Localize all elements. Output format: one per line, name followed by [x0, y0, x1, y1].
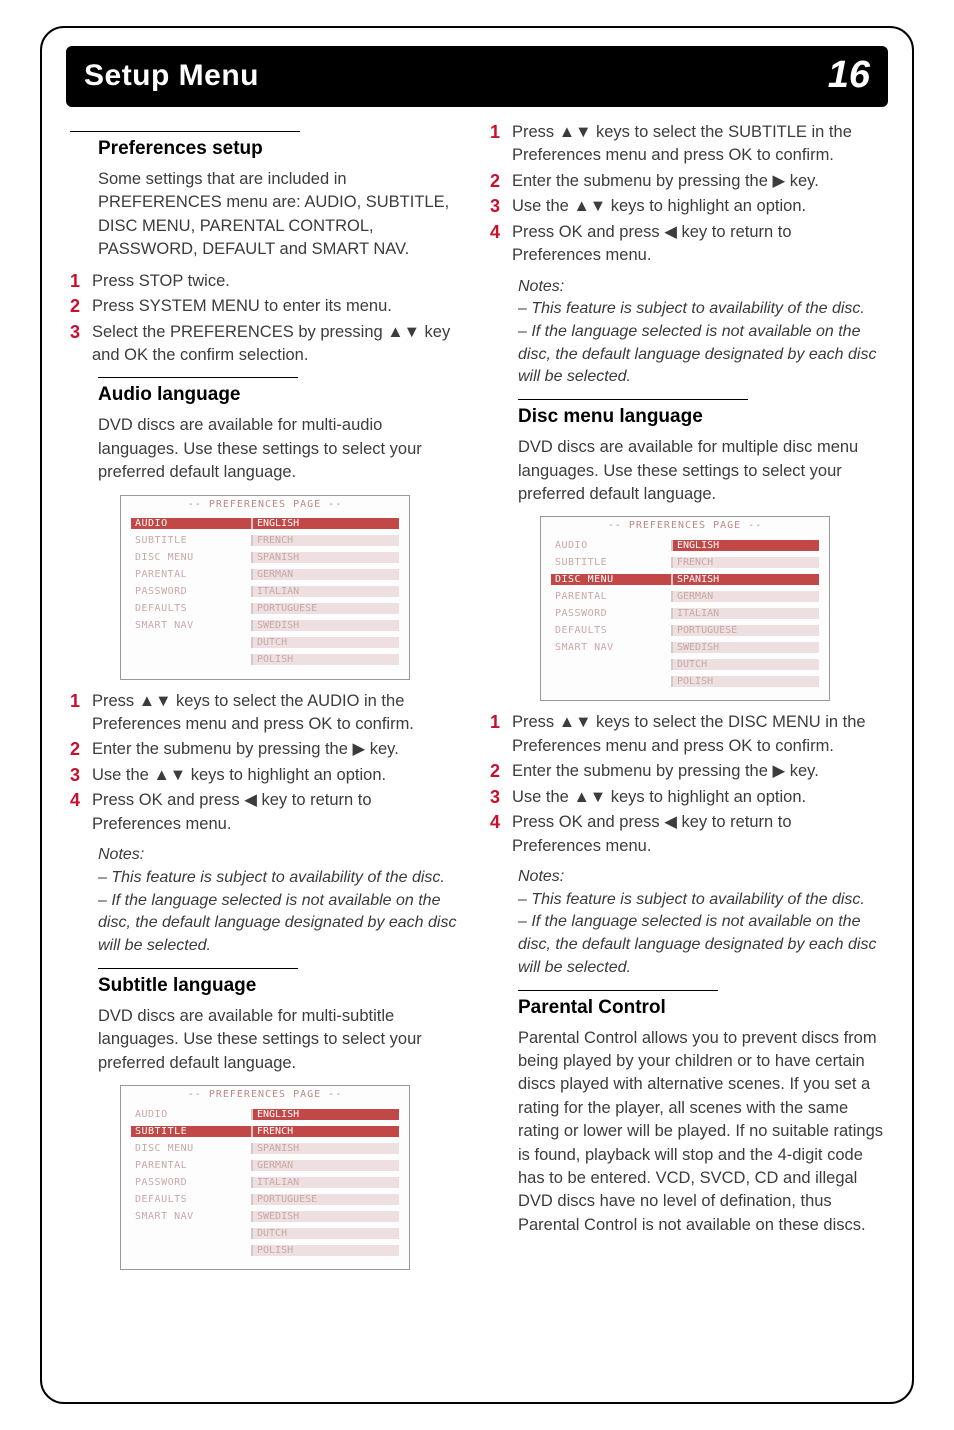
preferences-steps: 1Press STOP twice. 2Press SYSTEM MENU to… — [70, 270, 464, 368]
note-text: – This feature is subject to availabilit… — [98, 867, 464, 890]
osd-title: -- PREFERENCES PAGE -- — [541, 517, 829, 532]
step-number: 2 — [70, 295, 92, 318]
step-text: Press OK and press ◀ key to return to Pr… — [92, 789, 464, 836]
note-text: – This feature is subject to availabilit… — [518, 298, 884, 321]
notes-heading: Notes: — [518, 276, 884, 299]
header-bar: Setup Menu 16 — [66, 46, 888, 107]
audio-notes: Notes: – This feature is subject to avai… — [98, 844, 464, 958]
parental-heading: Parental Control — [518, 997, 884, 1019]
step-text: Press OK and press ◀ key to return to Pr… — [512, 221, 884, 268]
subtitle-heading: Subtitle language — [98, 975, 464, 997]
step-number: 3 — [70, 321, 92, 344]
osd-title: -- PREFERENCES PAGE -- — [121, 1086, 409, 1101]
osd-body: AUDIOENGLISH SUBTITLEFRENCH DISC MENUSPA… — [121, 1101, 409, 1269]
step-text: Enter the submenu by pressing the ▶ key. — [92, 738, 399, 761]
list-item: 4Press OK and press ◀ key to return to P… — [490, 811, 884, 858]
columns: Preferences setup Some settings that are… — [70, 121, 884, 1280]
note-text: – If the language selected is not availa… — [518, 321, 884, 389]
parental-body: Parental Control allows you to prevent d… — [518, 1027, 884, 1238]
list-item: 1Press ▲▼ keys to select the AUDIO in th… — [70, 690, 464, 737]
osd-screenshot-discmenu: -- PREFERENCES PAGE -- AUDIOENGLISH SUBT… — [540, 516, 830, 701]
step-text: Use the ▲▼ keys to highlight an option. — [92, 764, 386, 787]
subtitle-notes: Notes: – This feature is subject to avai… — [518, 276, 884, 390]
page-title: Setup Menu — [84, 59, 259, 93]
preferences-heading: Preferences setup — [98, 138, 464, 160]
step-number: 4 — [490, 221, 512, 244]
list-item: 2Enter the submenu by pressing the ▶ key… — [490, 760, 884, 783]
step-number: 1 — [490, 711, 512, 734]
step-number: 4 — [490, 811, 512, 834]
list-item: 3Use the ▲▼ keys to highlight an option. — [70, 764, 464, 787]
osd-screenshot-subtitle: -- PREFERENCES PAGE -- AUDIOENGLISH SUBT… — [120, 1085, 410, 1270]
note-text: – This feature is subject to availabilit… — [518, 889, 884, 912]
osd-screenshot-audio: -- PREFERENCES PAGE -- AUDIOENGLISH SUBT… — [120, 495, 410, 680]
step-text: Press ▲▼ keys to select the DISC MENU in… — [512, 711, 884, 758]
step-number: 1 — [70, 270, 92, 293]
list-item: 3Use the ▲▼ keys to highlight an option. — [490, 786, 884, 809]
discmenu-heading: Disc menu language — [518, 406, 884, 428]
step-text: Enter the submenu by pressing the ▶ key. — [512, 170, 819, 193]
osd-body: AUDIOENGLISH SUBTITLEFRENCH DISC MENUSPA… — [121, 511, 409, 679]
osd-title: -- PREFERENCES PAGE -- — [121, 496, 409, 511]
list-item: 2Enter the submenu by pressing the ▶ key… — [490, 170, 884, 193]
note-text: – If the language selected is not availa… — [98, 890, 464, 958]
list-item: 1Press ▲▼ keys to select the DISC MENU i… — [490, 711, 884, 758]
discmenu-notes: Notes: – This feature is subject to avai… — [518, 866, 884, 980]
step-text: Press ▲▼ keys to select the SUBTITLE in … — [512, 121, 884, 168]
list-item: 1Press ▲▼ keys to select the SUBTITLE in… — [490, 121, 884, 168]
step-text: Press SYSTEM MENU to enter its menu. — [92, 295, 392, 318]
discmenu-steps: 1Press ▲▼ keys to select the DISC MENU i… — [490, 711, 884, 858]
list-item: 2Press SYSTEM MENU to enter its menu. — [70, 295, 464, 318]
step-number: 2 — [490, 760, 512, 783]
subtitle-steps: 1Press ▲▼ keys to select the SUBTITLE in… — [490, 121, 884, 268]
step-number: 3 — [490, 786, 512, 809]
right-column: 1Press ▲▼ keys to select the SUBTITLE in… — [490, 121, 884, 1280]
rule — [70, 131, 300, 132]
step-text: Press ▲▼ keys to select the AUDIO in the… — [92, 690, 464, 737]
rule — [98, 968, 298, 969]
page-number: 16 — [828, 54, 870, 97]
step-number: 2 — [70, 738, 92, 761]
page-frame: Setup Menu 16 Preferences setup Some set… — [40, 26, 914, 1404]
audio-steps: 1Press ▲▼ keys to select the AUDIO in th… — [70, 690, 464, 837]
step-number: 4 — [70, 789, 92, 812]
step-text: Use the ▲▼ keys to highlight an option. — [512, 786, 806, 809]
list-item: 4Press OK and press ◀ key to return to P… — [70, 789, 464, 836]
subtitle-intro: DVD discs are available for multi-subtit… — [98, 1005, 464, 1075]
step-number: 2 — [490, 170, 512, 193]
step-text: Use the ▲▼ keys to highlight an option. — [512, 195, 806, 218]
step-text: Select the PREFERENCES by pressing ▲▼ ke… — [92, 321, 464, 368]
audio-intro: DVD discs are available for multi-audio … — [98, 414, 464, 484]
list-item: 2Enter the submenu by pressing the ▶ key… — [70, 738, 464, 761]
list-item: 3Select the PREFERENCES by pressing ▲▼ k… — [70, 321, 464, 368]
left-column: Preferences setup Some settings that are… — [70, 121, 464, 1280]
rule — [518, 399, 748, 400]
step-number: 1 — [490, 121, 512, 144]
preferences-intro: Some settings that are included in PREFE… — [98, 168, 464, 262]
rule — [518, 990, 718, 991]
list-item: 1Press STOP twice. — [70, 270, 464, 293]
list-item: 4Press OK and press ◀ key to return to P… — [490, 221, 884, 268]
notes-heading: Notes: — [98, 844, 464, 867]
list-item: 3Use the ▲▼ keys to highlight an option. — [490, 195, 884, 218]
step-number: 3 — [70, 764, 92, 787]
note-text: – If the language selected is not availa… — [518, 911, 884, 979]
notes-heading: Notes: — [518, 866, 884, 889]
discmenu-intro: DVD discs are available for multiple dis… — [518, 436, 884, 506]
step-text: Enter the submenu by pressing the ▶ key. — [512, 760, 819, 783]
step-text: Press OK and press ◀ key to return to Pr… — [512, 811, 884, 858]
step-number: 1 — [70, 690, 92, 713]
step-text: Press STOP twice. — [92, 270, 230, 293]
osd-body: AUDIOENGLISH SUBTITLEFRENCH DISC MENUSPA… — [541, 532, 829, 700]
audio-heading: Audio language — [98, 384, 464, 406]
step-number: 3 — [490, 195, 512, 218]
rule — [98, 377, 298, 378]
